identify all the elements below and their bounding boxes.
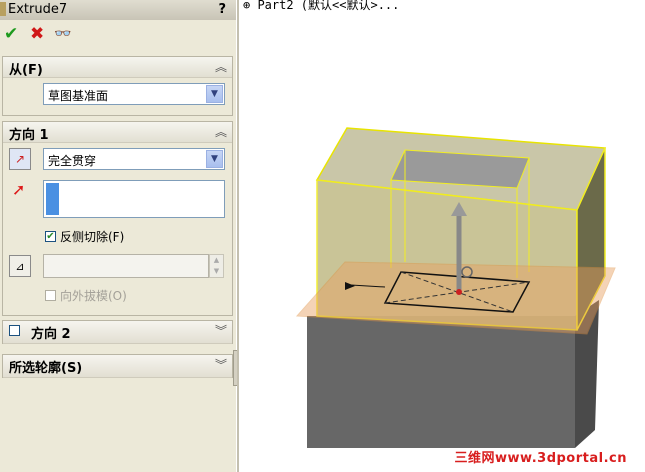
direction1-group: 方向 1 ︽ ↗ 完全贯穿 ▼ ➚ ✔ 反侧切除(F) ⊿ ▲ ▼ 向外拔模(O)	[2, 121, 233, 316]
direction1-title: 方向 1	[9, 128, 49, 143]
action-bar: ✔ ✖ 👓	[0, 22, 236, 48]
end-condition-select[interactable]: 完全贯穿 ▼	[43, 148, 225, 170]
flip-side-checkbox[interactable]: ✔	[45, 231, 56, 242]
direction2-group: 方向 2 ︾	[2, 320, 233, 344]
direction2-checkbox[interactable]	[9, 325, 20, 336]
collapse-icon[interactable]: ︽	[215, 123, 227, 140]
selected-contours-group: 所选轮廓(S) ︾	[2, 354, 233, 378]
base-block-front	[307, 316, 575, 448]
graphics-viewport[interactable]: ⊕ Part2 (默认<<默认>... 三维网www.3dportal.cn	[237, 0, 645, 472]
feature-titlebar: Extrude7 ?	[0, 0, 236, 20]
feature-icon	[0, 2, 6, 16]
draft-outward-checkbox[interactable]	[45, 290, 56, 301]
direction-arrow-icon: ➚	[12, 180, 26, 199]
expand-icon[interactable]: ︾	[215, 322, 227, 339]
direction-selection-box[interactable]	[43, 180, 225, 218]
collapse-icon[interactable]: ︽	[215, 58, 227, 75]
direction1-header[interactable]: 方向 1 ︽	[3, 122, 232, 143]
selected-contours-title: 所选轮廓(S)	[9, 361, 83, 376]
flip-side-label: 反侧切除(F)	[60, 230, 125, 244]
selected-contours-header[interactable]: 所选轮廓(S) ︾	[3, 355, 232, 378]
draft-icon[interactable]: ⊿	[9, 255, 31, 277]
feature-title: Extrude7	[8, 2, 68, 17]
direction2-title: 方向 2	[31, 327, 71, 342]
chevron-down-icon[interactable]: ▼	[206, 85, 223, 103]
chevron-down-icon[interactable]: ▼	[206, 150, 223, 168]
property-manager: Extrude7 ? ✔ ✖ 👓 从(F) ︽ 草图基准面 ▼ 方向 1 ︽ ↗…	[0, 0, 236, 472]
model-preview	[295, 127, 616, 448]
draft-spinner[interactable]: ▲ ▼	[209, 254, 224, 278]
from-group: 从(F) ︽ 草图基准面 ▼	[2, 56, 233, 116]
draft-outward-label: 向外拔模(O)	[60, 289, 127, 303]
cancel-button[interactable]: ✖	[30, 24, 44, 44]
from-select-value: 草图基准面	[48, 89, 109, 103]
selection-indicator	[46, 183, 59, 215]
direction2-header[interactable]: 方向 2 ︾	[3, 321, 232, 344]
from-group-title: 从(F)	[9, 63, 43, 78]
from-select[interactable]: 草图基准面 ▼	[43, 83, 225, 105]
preview-button[interactable]: 👓	[54, 24, 71, 44]
site-watermark: 三维网www.3dportal.cn	[454, 451, 627, 466]
reverse-direction-icon[interactable]: ↗	[9, 148, 31, 170]
expand-icon[interactable]: ︾	[215, 356, 227, 373]
end-condition-value: 完全贯穿	[48, 154, 97, 168]
help-icon[interactable]: ?	[218, 2, 226, 17]
from-group-header[interactable]: 从(F) ︽	[3, 57, 232, 78]
draft-angle-input[interactable]	[43, 254, 209, 278]
ok-button[interactable]: ✔	[4, 24, 18, 44]
